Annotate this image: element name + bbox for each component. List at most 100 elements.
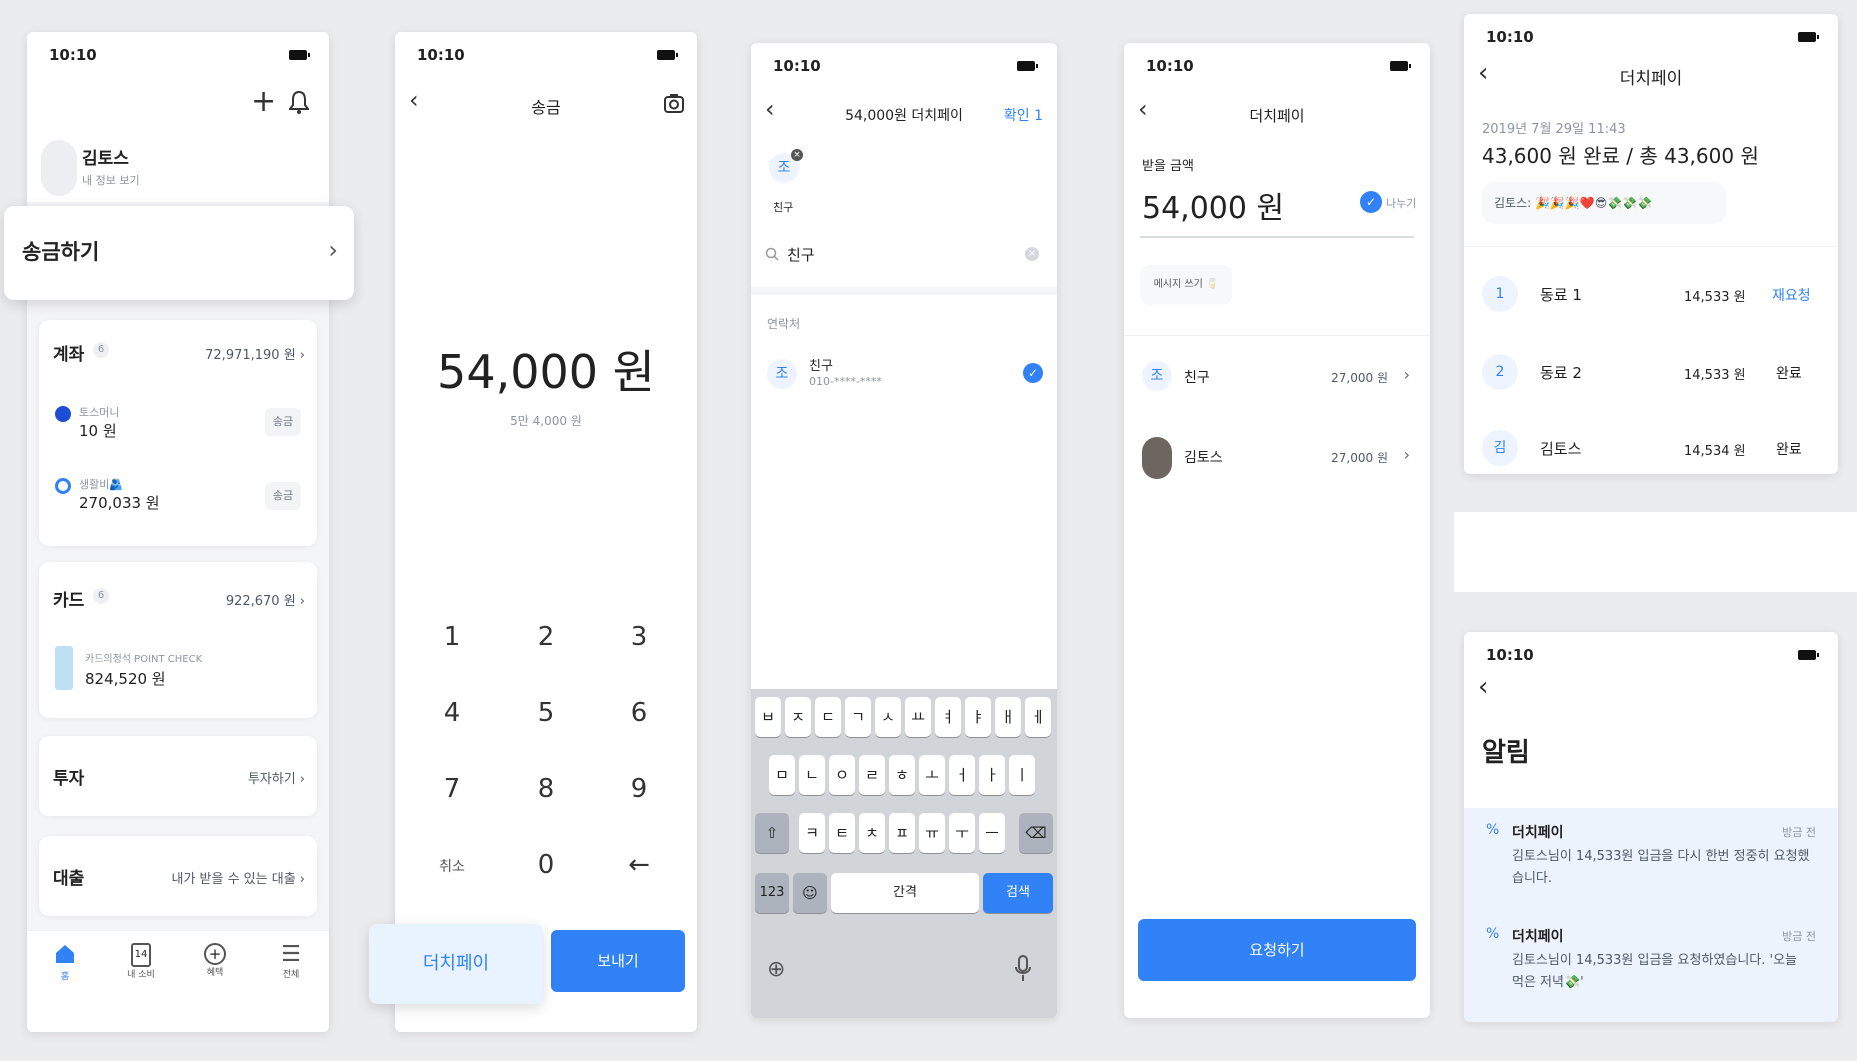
user-sub[interactable]: 내 정보 보기 (82, 172, 140, 188)
keyboard-key[interactable]: ㅎ (889, 755, 915, 795)
remove-chip-icon[interactable]: × (791, 149, 803, 161)
nav-item-benefits[interactable]: + 혜택 (195, 943, 235, 978)
add-icon[interactable]: + (251, 84, 276, 119)
nav-item-all[interactable]: ☰ 전체 (271, 943, 311, 981)
keypad-key[interactable]: 4 (422, 698, 482, 728)
loan-link[interactable]: 내가 받을 수 있는 대출 › (171, 868, 305, 887)
participant-row[interactable]: 1 동료 1 14,533 원 재요청 (1464, 266, 1838, 322)
card-item-amount: 824,520 원 (85, 670, 166, 688)
keyboard-key[interactable]: ㅌ (829, 813, 855, 853)
keyboard-key[interactable]: ㄴ (799, 755, 825, 795)
keypad-key[interactable]: 6 (609, 698, 669, 728)
keyboard-key[interactable]: ㅣ (1009, 755, 1035, 795)
keypad-key[interactable]: 3 (609, 622, 669, 652)
clear-icon[interactable]: × (1025, 247, 1039, 261)
contact-row[interactable]: 조 친구 010-****-**** ✓ (751, 353, 1057, 399)
keyboard-key[interactable]: ㅊ (859, 813, 885, 853)
keypad-key[interactable]: 2 (516, 622, 576, 652)
keyboard-key[interactable]: ㅍ (889, 813, 915, 853)
divider (1464, 246, 1838, 247)
microphone-icon[interactable] (1015, 955, 1031, 983)
status-bar: 10:10 (49, 46, 310, 68)
search-key[interactable]: 검색 (983, 873, 1053, 913)
account-item-name: 토스머니 (79, 406, 120, 419)
check-icon[interactable]: ✓ (1023, 363, 1043, 383)
card-total[interactable]: 922,670 원 › (226, 590, 305, 609)
bell-icon[interactable] (289, 90, 309, 114)
back-icon[interactable]: ‹ (1478, 672, 1488, 702)
avatar[interactable] (41, 140, 77, 196)
numbers-key[interactable]: 123 (755, 873, 789, 913)
participant-row[interactable]: 김 김토스 14,534 원 완료 (1464, 422, 1838, 474)
nav-item-home[interactable]: 홈 (45, 943, 85, 982)
keyboard-key[interactable]: ㅈ (785, 697, 811, 737)
keypad-key[interactable]: 7 (422, 774, 482, 804)
delete-key[interactable]: ⌫ (1019, 813, 1053, 853)
invest-link[interactable]: 투자하기 › (248, 768, 305, 787)
contact-name: 친구 (809, 359, 833, 374)
keyboard-key[interactable]: ㅓ (949, 755, 975, 795)
keyboard-key[interactable]: ㅜ (949, 813, 975, 853)
globe-icon[interactable]: ⊕ (767, 957, 785, 982)
keyboard-key[interactable]: ㅑ (965, 697, 991, 737)
keypad-key[interactable]: 5 (516, 698, 576, 728)
keyboard-key[interactable]: ㅗ (919, 755, 945, 795)
backspace-icon[interactable]: ← (609, 850, 669, 880)
card-card[interactable]: 카드 6 922,670 원 › 카드의정석 POINT CHECK 824,5… (39, 562, 317, 718)
notification-app: 더치페이 (1512, 825, 1564, 841)
keyboard-key[interactable]: ㄹ (859, 755, 885, 795)
keypad-key[interactable]: 8 (516, 774, 576, 804)
notification-item[interactable]: % 더치페이 방금 전 김토스님이 14,533원 입금을 요청하였습니다. '… (1464, 912, 1838, 1016)
keyboard-key[interactable]: ㄱ (845, 697, 871, 737)
send-button[interactable]: 송금 (265, 482, 301, 510)
amount-underline (1140, 236, 1414, 238)
keyboard-key[interactable]: ㅕ (935, 697, 961, 737)
keyboard-key[interactable]: ㅡ (979, 813, 1005, 853)
keypad-key[interactable]: 9 (609, 774, 669, 804)
send-button[interactable]: 보내기 (551, 930, 685, 992)
confirm-button[interactable]: 확인 1 (1004, 105, 1043, 125)
dutch-pay-button[interactable]: 더치페이 (369, 924, 543, 1004)
keypad-cancel[interactable]: 취소 (422, 856, 482, 876)
keyboard-key[interactable]: ㅇ (829, 755, 855, 795)
split-row[interactable]: 김토스 27,000 원 › (1124, 429, 1430, 489)
account-total[interactable]: 72,971,190 원 › (205, 344, 305, 363)
account-card[interactable]: 계좌 6 72,971,190 원 › 토스머니 10 원 송금 생활비🫂 27… (39, 320, 317, 546)
nav-item-spending[interactable]: 14 내 소비 (121, 943, 161, 980)
dutch-status-screen: 10:10 ‹ 더치페이 2019년 7월 29일 11:43 43,600 원… (1464, 14, 1838, 474)
loan-card[interactable]: 대출 내가 받을 수 있는 대출 › (39, 836, 317, 916)
keyboard-key[interactable]: ㅐ (995, 697, 1021, 737)
keypad-key[interactable]: 1 (422, 622, 482, 652)
keyboard-key[interactable]: ㅁ (769, 755, 795, 795)
shift-key[interactable]: ⇧ (755, 813, 789, 853)
send-button[interactable]: 송금 (265, 408, 301, 436)
keypad-key[interactable]: 0 (516, 850, 576, 880)
camera-icon[interactable] (663, 92, 685, 114)
keyboard-key[interactable]: ㅠ (919, 813, 945, 853)
keyboard-key[interactable]: ㅅ (875, 697, 901, 737)
notification-item[interactable]: % 더치페이 방금 전 김토스님이 14,533원 입금을 다시 한번 정중히 … (1464, 808, 1838, 908)
keyboard-key[interactable]: ㅂ (755, 697, 781, 737)
message-button[interactable]: 메시지 쓰기 🥛 (1140, 265, 1232, 305)
keyboard-key[interactable]: ㅋ (799, 813, 825, 853)
re-request-button[interactable]: 재요청 (1772, 285, 1811, 305)
space-key[interactable]: 간격 (831, 873, 979, 913)
emoji-key[interactable]: ☺ (793, 873, 827, 913)
keyboard-key[interactable]: ㅛ (905, 697, 931, 737)
request-button[interactable]: 요청하기 (1138, 919, 1416, 981)
keyboard-key[interactable]: ㅔ (1025, 697, 1051, 737)
split-toggle[interactable]: ✓ 나누기 (1360, 191, 1420, 215)
battery-icon (657, 50, 678, 60)
search-input[interactable]: 친구 (787, 244, 815, 265)
search-bar[interactable]: 친구 × (765, 239, 1045, 271)
invest-card[interactable]: 투자 투자하기 › (39, 736, 317, 816)
receive-amount[interactable]: 54,000 원 (1142, 183, 1284, 227)
split-row[interactable]: 조 친구 27,000 원 › (1124, 351, 1430, 411)
nav-label: 내 소비 (127, 970, 155, 980)
chip-label: 친구 (773, 201, 794, 214)
participant-row[interactable]: 2 동료 2 14,533 원 완료 (1464, 344, 1838, 400)
keyboard-key[interactable]: ㄷ (815, 697, 841, 737)
send-money-banner[interactable]: 송금하기 › (4, 206, 354, 300)
keyboard-key[interactable]: ㅏ (979, 755, 1005, 795)
account-item-name: 생활비🫂 (79, 478, 124, 491)
